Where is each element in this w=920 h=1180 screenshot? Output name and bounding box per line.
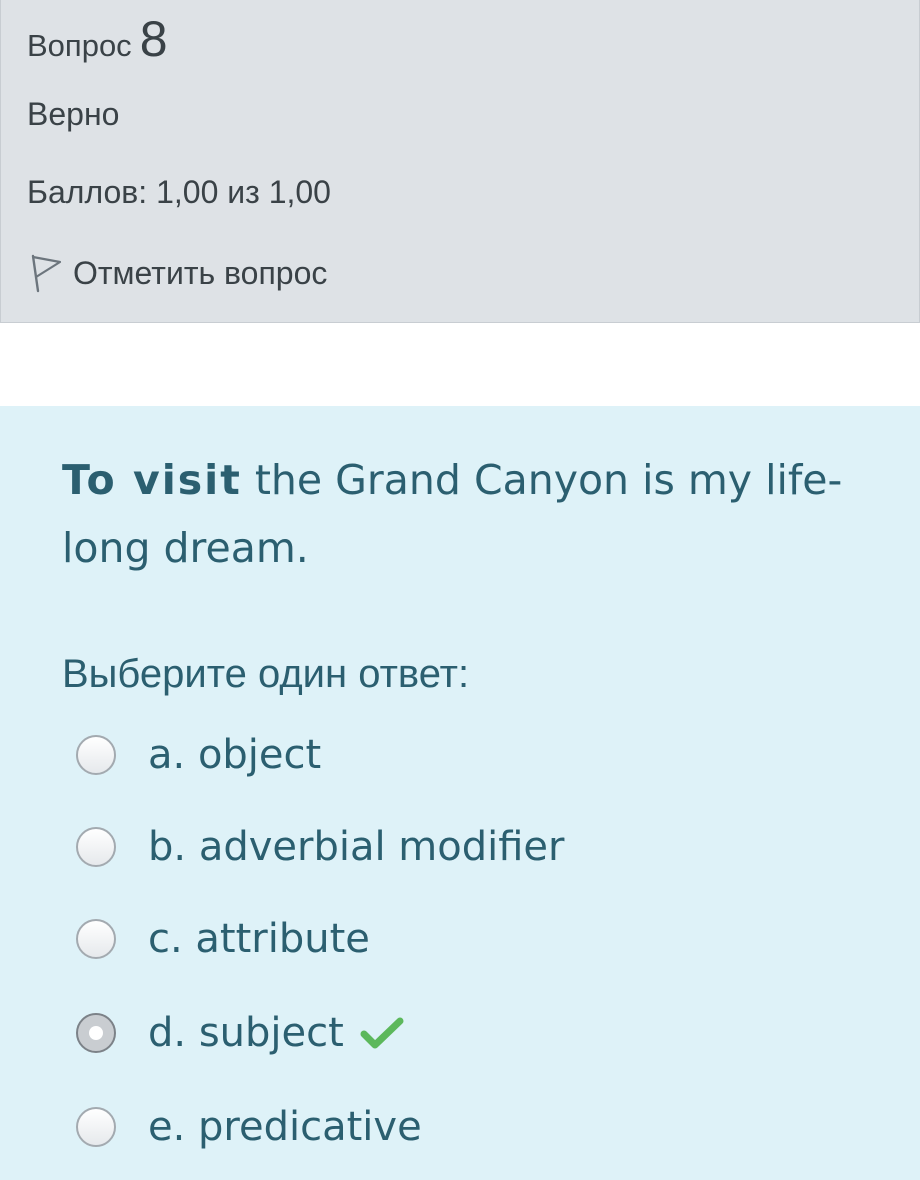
radio-option-b[interactable] [76,827,116,867]
answer-option-e[interactable]: e. predicative [76,1104,422,1150]
answer-option-c[interactable]: c. attribute [76,916,370,962]
question-text-emphasis: To visit [62,456,242,504]
question-label: Вопрос [27,28,132,63]
question-heading: Вопрос 8 [27,10,168,68]
flag-outline-icon [27,253,63,293]
answer-option-b[interactable]: b. adverbial modifier [76,824,564,870]
question-state: Верно [27,96,120,132]
question-content-panel: To visit the Grand Canyon is my life-lon… [0,406,920,1180]
flag-question-link[interactable]: Отметить вопрос [27,253,327,293]
answer-label-c: c. attribute [148,916,370,962]
question-info-panel: Вопрос 8 Верно Баллов: 1,00 из 1,00 Отмет… [0,0,920,323]
answer-option-a[interactable]: a. object [76,732,321,778]
question-grade: Баллов: 1,00 из 1,00 [27,174,331,210]
radio-option-a[interactable] [76,735,116,775]
checkmark-icon [360,1016,404,1050]
radio-option-e[interactable] [76,1107,116,1147]
answer-label-b: b. adverbial modifier [148,824,565,870]
question-text: To visit the Grand Canyon is my life-lon… [62,446,862,582]
radio-option-d-selected[interactable] [76,1013,116,1053]
answer-prompt: Выберите один ответ: [62,652,470,696]
answer-label-e: e. predicative [148,1104,422,1150]
flag-question-label: Отметить вопрос [73,254,328,291]
answer-label-d: d. subject [148,1010,344,1056]
answer-label-a: a. object [148,732,322,778]
radio-option-c[interactable] [76,919,116,959]
answer-option-d[interactable]: d. subject [76,1010,404,1056]
question-number: 8 [139,11,168,67]
